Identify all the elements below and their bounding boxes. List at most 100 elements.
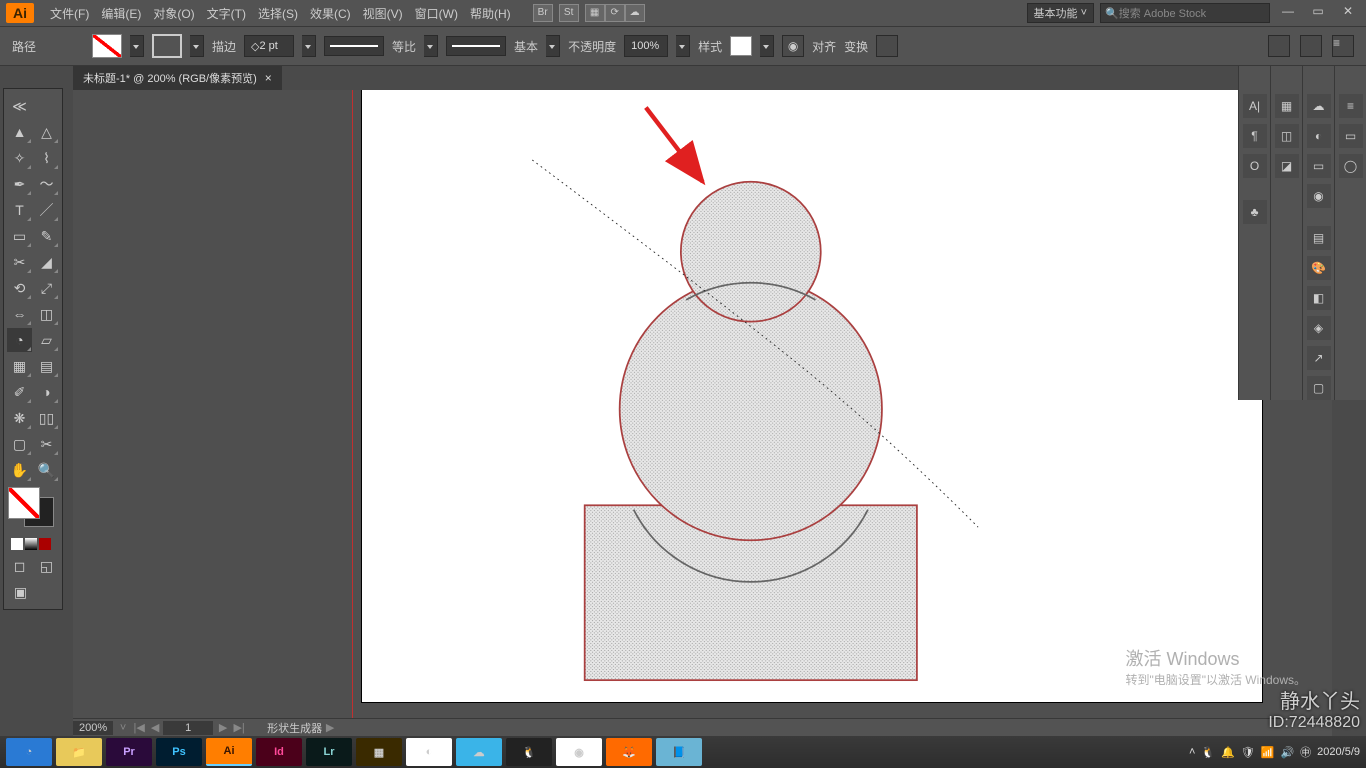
shaper-tool[interactable]: ✂ [7, 250, 32, 274]
artboard[interactable] [362, 90, 1262, 702]
recolor-icon[interactable]: ◉ [782, 35, 804, 57]
taskbar-app-2-icon[interactable]: ◐ [406, 738, 452, 766]
expand-icon[interactable]: ≪ [7, 94, 32, 118]
stroke-swatch[interactable] [152, 34, 182, 58]
taskbar-chrome-icon[interactable]: ◉ [556, 738, 602, 766]
taskbar-premiere-icon[interactable]: Pr [106, 738, 152, 766]
taskbar-browser-icon[interactable]: ◔ [6, 738, 52, 766]
layers-panel-icon[interactable]: ◈ [1307, 316, 1331, 340]
free-transform-tool[interactable]: ◫ [34, 302, 59, 326]
zoom-dropdown-icon[interactable]: ˅ [115, 722, 131, 734]
zoom-field[interactable]: 200% [73, 721, 113, 735]
rotate-tool[interactable]: ⟲ [7, 276, 32, 300]
selection-tool[interactable]: ▲ [7, 120, 32, 144]
hand-tool[interactable]: ✋ [7, 458, 32, 482]
gradient-panel-icon[interactable]: ◧ [1307, 286, 1331, 310]
tray-ime-icon[interactable]: ㊥ [1300, 744, 1311, 760]
status-menu-icon[interactable]: ▶ [322, 721, 338, 734]
eyedropper-tool[interactable]: ✐ [7, 380, 32, 404]
menu-view[interactable]: 视图(V) [357, 5, 409, 22]
zoom-tool[interactable]: 🔍 [34, 458, 59, 482]
draw-normal-icon[interactable]: ◻ [7, 554, 32, 578]
menu-file[interactable]: 文件(F) [44, 5, 95, 22]
tray-qq-icon[interactable]: 🐧 [1201, 746, 1215, 759]
stroke-weight-field[interactable]: ◇ 2 pt [244, 35, 294, 57]
canvas-workspace[interactable] [73, 90, 1332, 718]
stroke-weight-dropdown[interactable] [302, 35, 316, 57]
type-tool[interactable]: T [7, 198, 32, 222]
taskbar-app-1-icon[interactable]: ▦ [356, 738, 402, 766]
minimize-button[interactable]: — [1276, 4, 1300, 22]
align-label[interactable]: 对齐 [812, 38, 836, 55]
restore-button[interactable]: ▭ [1306, 4, 1330, 22]
menu-object[interactable]: 对象(O) [147, 5, 200, 22]
tray-shield-icon[interactable]: 🛡 [1241, 746, 1255, 759]
menu-window[interactable]: 窗口(W) [409, 5, 464, 22]
graph-tool[interactable]: ▯▯ [34, 406, 59, 430]
opacity-field[interactable]: 100% [624, 35, 668, 57]
stock-icon[interactable]: St [559, 4, 579, 22]
menu-effect[interactable]: 效果(C) [304, 5, 357, 22]
next-artboard-button[interactable]: ▶ [215, 721, 231, 734]
menu-type[interactable]: 文字(T) [201, 5, 252, 22]
panel-option-1[interactable] [1268, 35, 1290, 57]
symbols-panel-icon[interactable]: ♣ [1243, 200, 1267, 224]
curvature-tool[interactable]: ～ [34, 172, 59, 196]
character-panel-icon[interactable]: A| [1243, 94, 1267, 118]
color-mode-row[interactable] [6, 535, 60, 553]
tray-bell-icon[interactable]: 🔔 [1221, 746, 1235, 759]
shape-small-circle[interactable] [681, 182, 821, 322]
menu-help[interactable]: 帮助(H) [464, 5, 517, 22]
stock-search[interactable]: 🔍 搜索 Adobe Stock [1100, 3, 1270, 23]
screen-mode-icon[interactable]: ▣ [7, 580, 34, 604]
artboards-panel-icon[interactable]: ▢ [1307, 376, 1331, 400]
panel-option-2[interactable] [1300, 35, 1322, 57]
first-artboard-button[interactable]: |◀ [131, 721, 147, 734]
opacity-dropdown[interactable] [676, 35, 690, 57]
width-tool[interactable]: ⇔ [7, 302, 32, 326]
stroke-panel-icon[interactable]: ◉ [1307, 184, 1331, 208]
close-button[interactable]: ✕ [1336, 4, 1360, 22]
artboard-number-field[interactable]: 1 [163, 721, 213, 735]
actions-panel-icon[interactable]: ◯ [1339, 154, 1363, 178]
tray-date[interactable]: 2020/5/9 [1317, 746, 1360, 758]
tray-volume-icon[interactable]: 🔊 [1280, 746, 1294, 759]
tray-network-icon[interactable]: 📶 [1261, 746, 1275, 759]
isolate-icon[interactable] [876, 35, 898, 57]
brush-dropdown[interactable] [546, 35, 560, 57]
taskbar-indesign-icon[interactable]: Id [256, 738, 302, 766]
taskbar-illustrator-icon[interactable]: Ai [206, 738, 252, 766]
brush-definition[interactable] [446, 36, 506, 56]
mesh-tool[interactable]: ▦ [7, 354, 32, 378]
last-artboard-button[interactable]: ▶| [231, 721, 247, 734]
variable-width-profile[interactable] [324, 36, 384, 56]
artboard-tool[interactable]: ▢ [7, 432, 32, 456]
panel-menu-icon[interactable]: ≡ [1332, 35, 1354, 57]
paragraph-panel-icon[interactable]: ¶ [1243, 124, 1267, 148]
graphic-style-swatch[interactable] [730, 36, 752, 56]
style-dropdown[interactable] [760, 35, 774, 57]
color-panel-icon[interactable]: 🎨 [1307, 256, 1331, 280]
opentype-panel-icon[interactable]: O [1243, 154, 1267, 178]
line-tool[interactable]: ／ [34, 198, 59, 222]
align-panel-icon[interactable]: ▭ [1307, 154, 1331, 178]
links-panel-icon[interactable]: ▭ [1339, 124, 1363, 148]
blend-tool[interactable]: ◑ [34, 380, 59, 404]
tray-up-icon[interactable]: ˄ [1189, 746, 1195, 758]
gradient-tool[interactable]: ▤ [34, 354, 59, 378]
close-tab-icon[interactable]: × [265, 71, 272, 85]
stroke-dropdown[interactable] [190, 35, 204, 57]
paintbrush-tool[interactable]: ✎ [34, 224, 59, 248]
transform-panel-icon[interactable]: ◫ [1275, 124, 1299, 148]
appearance-panel-icon[interactable]: ▤ [1307, 226, 1331, 250]
shape-builder-tool[interactable]: ◔ [7, 328, 32, 352]
bridge-icon[interactable]: Br [533, 4, 553, 22]
taskbar-app-4-icon[interactable]: 📘 [656, 738, 702, 766]
sync-icon[interactable]: ☁ [625, 4, 645, 22]
export-panel-icon[interactable]: ↗ [1307, 346, 1331, 370]
fill-dropdown[interactable] [130, 35, 144, 57]
taskbar-app-3-icon[interactable]: ☁ [456, 738, 502, 766]
menu-select[interactable]: 选择(S) [252, 5, 304, 22]
panel-close-icon[interactable] [34, 94, 59, 118]
arrange-icon[interactable]: ▦ [585, 4, 605, 22]
